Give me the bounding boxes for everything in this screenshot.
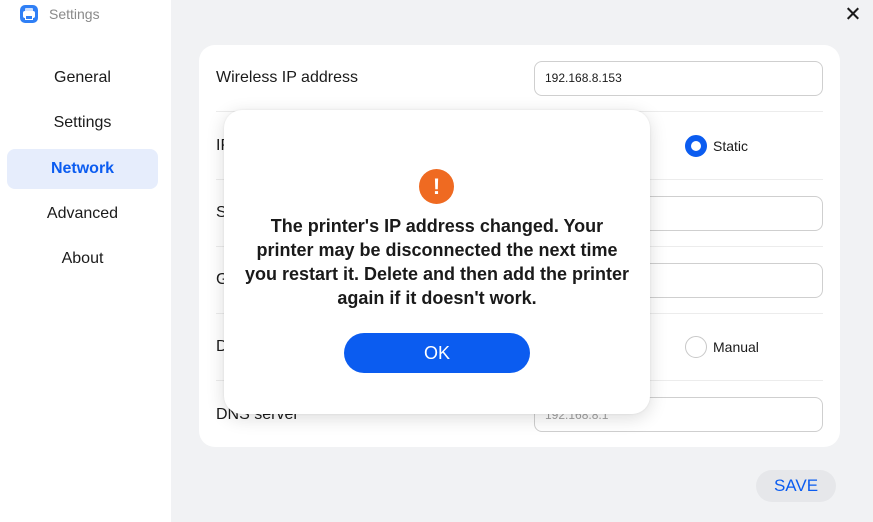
- wireless-ip-row: Wireless IP address 192.168.8.153: [216, 45, 823, 112]
- manual-radio-option[interactable]: Manual: [685, 336, 759, 358]
- sidebar-item-about[interactable]: About: [7, 239, 158, 279]
- sidebar-item-network[interactable]: Network: [7, 148, 158, 189]
- close-icon[interactable]: [843, 4, 863, 24]
- sidebar-item-general[interactable]: General: [7, 58, 158, 98]
- static-radio-label: Static: [713, 138, 749, 154]
- sidebar: Settings General Settings Network Advanc…: [0, 0, 171, 522]
- dialog-message: The printer's IP address changed. Your p…: [244, 216, 630, 308]
- sidebar-nav: General Settings Network Advanced About: [7, 58, 158, 284]
- app-title-bar: Settings: [20, 4, 100, 24]
- static-radio-option[interactable]: Static: [685, 135, 748, 157]
- static-radio[interactable]: [685, 135, 707, 157]
- warning-icon: !: [419, 169, 454, 204]
- ip-changed-dialog: ! The printer's IP address changed. Your…: [224, 110, 650, 414]
- wireless-ip-input[interactable]: 192.168.8.153: [534, 60, 823, 96]
- ok-button[interactable]: OK: [344, 333, 530, 373]
- manual-radio-label: Manual: [713, 339, 759, 355]
- sidebar-item-settings[interactable]: Settings: [7, 103, 158, 143]
- wireless-ip-label: Wireless IP address: [216, 69, 358, 86]
- app-title: Settings: [49, 6, 100, 22]
- sidebar-item-advanced[interactable]: Advanced: [7, 194, 158, 234]
- printer-icon: [20, 5, 38, 23]
- save-button[interactable]: SAVE: [756, 470, 836, 502]
- manual-radio[interactable]: [685, 336, 707, 358]
